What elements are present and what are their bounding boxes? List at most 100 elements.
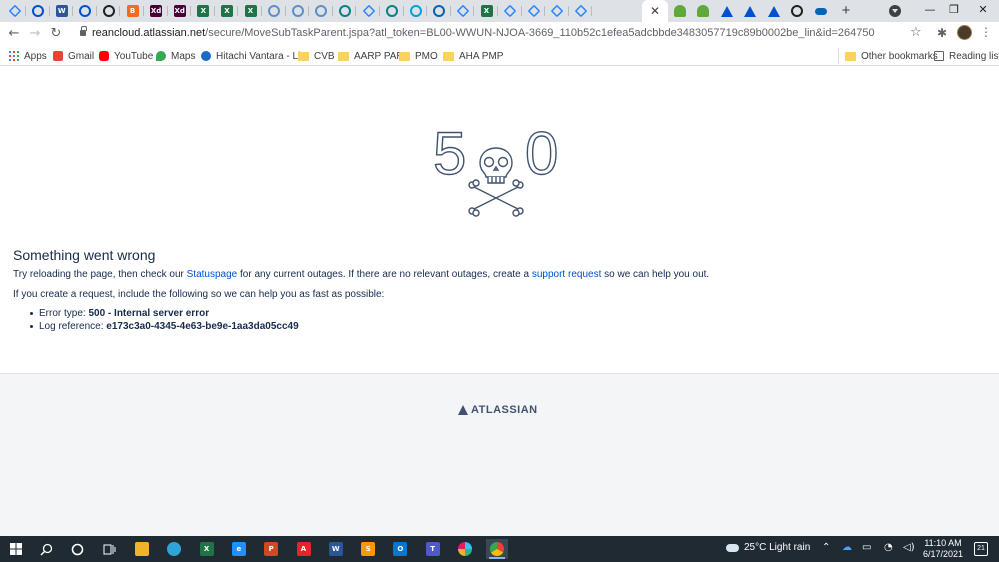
show-hidden-icons-chevron[interactable]: ⌃ bbox=[822, 542, 830, 553]
acrobat-icon: A bbox=[296, 542, 311, 556]
tab-word[interactable]: W bbox=[50, 2, 74, 20]
profile-avatar[interactable] bbox=[957, 25, 972, 40]
taskbar-slack[interactable] bbox=[454, 539, 476, 559]
back-button[interactable]: ← bbox=[6, 26, 22, 42]
tab-search-icon[interactable] bbox=[889, 5, 901, 17]
error-title: Something went wrong bbox=[13, 247, 156, 263]
active-tab[interactable]: ✕ bbox=[642, 0, 668, 22]
new-tab-button[interactable]: + bbox=[838, 3, 854, 19]
task-view-button[interactable] bbox=[98, 539, 120, 559]
tab-jira[interactable] bbox=[357, 2, 380, 20]
tab-jira[interactable] bbox=[546, 2, 569, 20]
bookmark-hitachi[interactable]: Hitachi Vantara - Li... bbox=[201, 49, 309, 63]
tab-openai[interactable] bbox=[97, 2, 121, 20]
teams-icon: T bbox=[425, 542, 440, 556]
weather-widget[interactable]: 25°C Light rain bbox=[726, 542, 810, 553]
tab-strip: ✕ + — ❐ ✕ W B Xd Xd X X X X bbox=[0, 0, 999, 22]
taskbar-edge-chromium[interactable] bbox=[163, 539, 185, 559]
notification-center-button[interactable]: 21 bbox=[974, 542, 988, 556]
onedrive-icon bbox=[814, 7, 827, 15]
taskbar-sublime[interactable]: S bbox=[357, 539, 379, 559]
chrome-menu-icon[interactable]: ⋮ bbox=[980, 25, 992, 39]
tab-excel[interactable]: X bbox=[239, 2, 262, 20]
tab-atlassian[interactable] bbox=[739, 2, 762, 20]
tab-excel[interactable]: X bbox=[192, 2, 215, 20]
reload-button[interactable]: ↻ bbox=[48, 26, 64, 42]
tab-orange-b[interactable]: B bbox=[121, 2, 144, 20]
tab-cloud[interactable] bbox=[286, 2, 310, 20]
taskbar-internet-explorer[interactable]: e bbox=[228, 539, 250, 559]
tab-green-shield[interactable] bbox=[692, 2, 715, 20]
onedrive-tray-icon[interactable]: ☁ bbox=[842, 542, 852, 553]
tab-atlassian[interactable] bbox=[715, 2, 738, 20]
tab-salesforce[interactable] bbox=[404, 2, 428, 20]
lock-icon[interactable] bbox=[80, 26, 87, 36]
bookmark-reading-list[interactable]: Reading list bbox=[934, 49, 999, 63]
sharepoint-icon bbox=[338, 5, 351, 17]
file-explorer-icon bbox=[135, 542, 149, 556]
digit-zero: 0 bbox=[525, 125, 558, 187]
tab-sharepoint[interactable] bbox=[333, 2, 357, 20]
bookmark-cvb[interactable]: CVB bbox=[298, 49, 335, 63]
taskbar-acrobat[interactable]: A bbox=[293, 539, 315, 559]
extensions-icon[interactable]: ✱ bbox=[937, 26, 947, 40]
url-text[interactable]: reancloud.atlassian.net/secure/MoveSubTa… bbox=[92, 27, 875, 39]
tab-cloud[interactable] bbox=[310, 2, 333, 20]
tab-adobe-xd[interactable]: Xd bbox=[145, 2, 168, 20]
tab-excel[interactable]: X bbox=[475, 2, 498, 20]
tab-jira[interactable] bbox=[499, 2, 522, 20]
tab-excel[interactable]: X bbox=[215, 2, 239, 20]
bookmark-label: CVB bbox=[314, 50, 335, 62]
log-reference-item: Log reference: e173c3a0-4345-4e63-be9e-1… bbox=[30, 320, 299, 333]
detail-label: Log reference: bbox=[39, 321, 107, 332]
bookmark-pmo[interactable]: PMO bbox=[399, 49, 438, 63]
taskbar-teams[interactable]: T bbox=[422, 539, 444, 559]
search-button[interactable] bbox=[35, 539, 57, 559]
tab-atlassian[interactable] bbox=[762, 2, 785, 20]
skull-500-illustration: 5 0 bbox=[432, 125, 559, 217]
bookmark-other-bookmarks[interactable]: Other bookmarks bbox=[845, 49, 938, 63]
statuspage-link[interactable]: Statuspage bbox=[187, 269, 238, 280]
bookmark-maps[interactable]: Maps bbox=[156, 49, 195, 63]
start-button[interactable] bbox=[5, 539, 27, 559]
minimize-button[interactable]: — bbox=[919, 2, 941, 18]
sublime-icon: S bbox=[361, 542, 376, 556]
taskbar-outlook[interactable]: O bbox=[389, 539, 411, 559]
close-tab-icon[interactable]: ✕ bbox=[650, 4, 660, 18]
tab-adobe-xd[interactable]: Xd bbox=[168, 2, 192, 20]
taskbar-file-explorer[interactable] bbox=[131, 539, 153, 559]
cortana-button[interactable] bbox=[66, 539, 88, 559]
address-bar[interactable]: reancloud.atlassian.net/secure/MoveSubTa… bbox=[72, 24, 932, 44]
tab-confluence[interactable] bbox=[74, 2, 97, 20]
taskbar-word[interactable]: W bbox=[325, 539, 347, 559]
battery-icon[interactable]: ▭ bbox=[862, 542, 871, 553]
tab-cloud[interactable] bbox=[263, 2, 286, 20]
tab-onedrive[interactable] bbox=[809, 2, 832, 20]
bookmark-gmail[interactable]: Gmail bbox=[53, 49, 94, 63]
bookmark-apps[interactable]: Apps bbox=[9, 49, 47, 63]
tab-onedrive[interactable] bbox=[428, 2, 451, 20]
close-window-button[interactable]: ✕ bbox=[972, 2, 994, 18]
maximize-button[interactable]: ❐ bbox=[943, 2, 965, 18]
tab-jira[interactable] bbox=[522, 2, 546, 20]
tab-openai[interactable] bbox=[786, 2, 809, 20]
bookmark-youtube[interactable]: YouTube bbox=[99, 49, 153, 63]
tab-jira[interactable] bbox=[451, 2, 475, 20]
wifi-icon[interactable]: ◔ bbox=[884, 542, 893, 553]
forward-button[interactable]: → bbox=[27, 26, 43, 42]
taskbar-powerpoint[interactable]: P bbox=[260, 539, 282, 559]
volume-icon[interactable]: ◁) bbox=[903, 542, 915, 553]
tab-sharepoint[interactable] bbox=[381, 2, 404, 20]
support-request-link[interactable]: support request bbox=[532, 269, 602, 280]
taskbar-excel[interactable]: X bbox=[196, 539, 218, 559]
tab-jira[interactable] bbox=[3, 2, 26, 20]
system-clock[interactable]: 11:10 AM 6/17/2021 bbox=[920, 538, 966, 560]
taskbar-chrome[interactable] bbox=[486, 539, 509, 559]
bookmark-aha-pmp[interactable]: AHA PMP bbox=[443, 49, 503, 63]
atlassian-logo[interactable]: ATLASSIAN bbox=[458, 404, 538, 416]
tab-checkmark[interactable] bbox=[27, 2, 50, 20]
bookmark-star-icon[interactable]: ☆ bbox=[910, 25, 922, 40]
bookmark-aarp-par[interactable]: AARP PAR bbox=[338, 49, 404, 63]
tab-green-shield[interactable] bbox=[668, 2, 691, 20]
tab-jira[interactable] bbox=[569, 2, 593, 20]
